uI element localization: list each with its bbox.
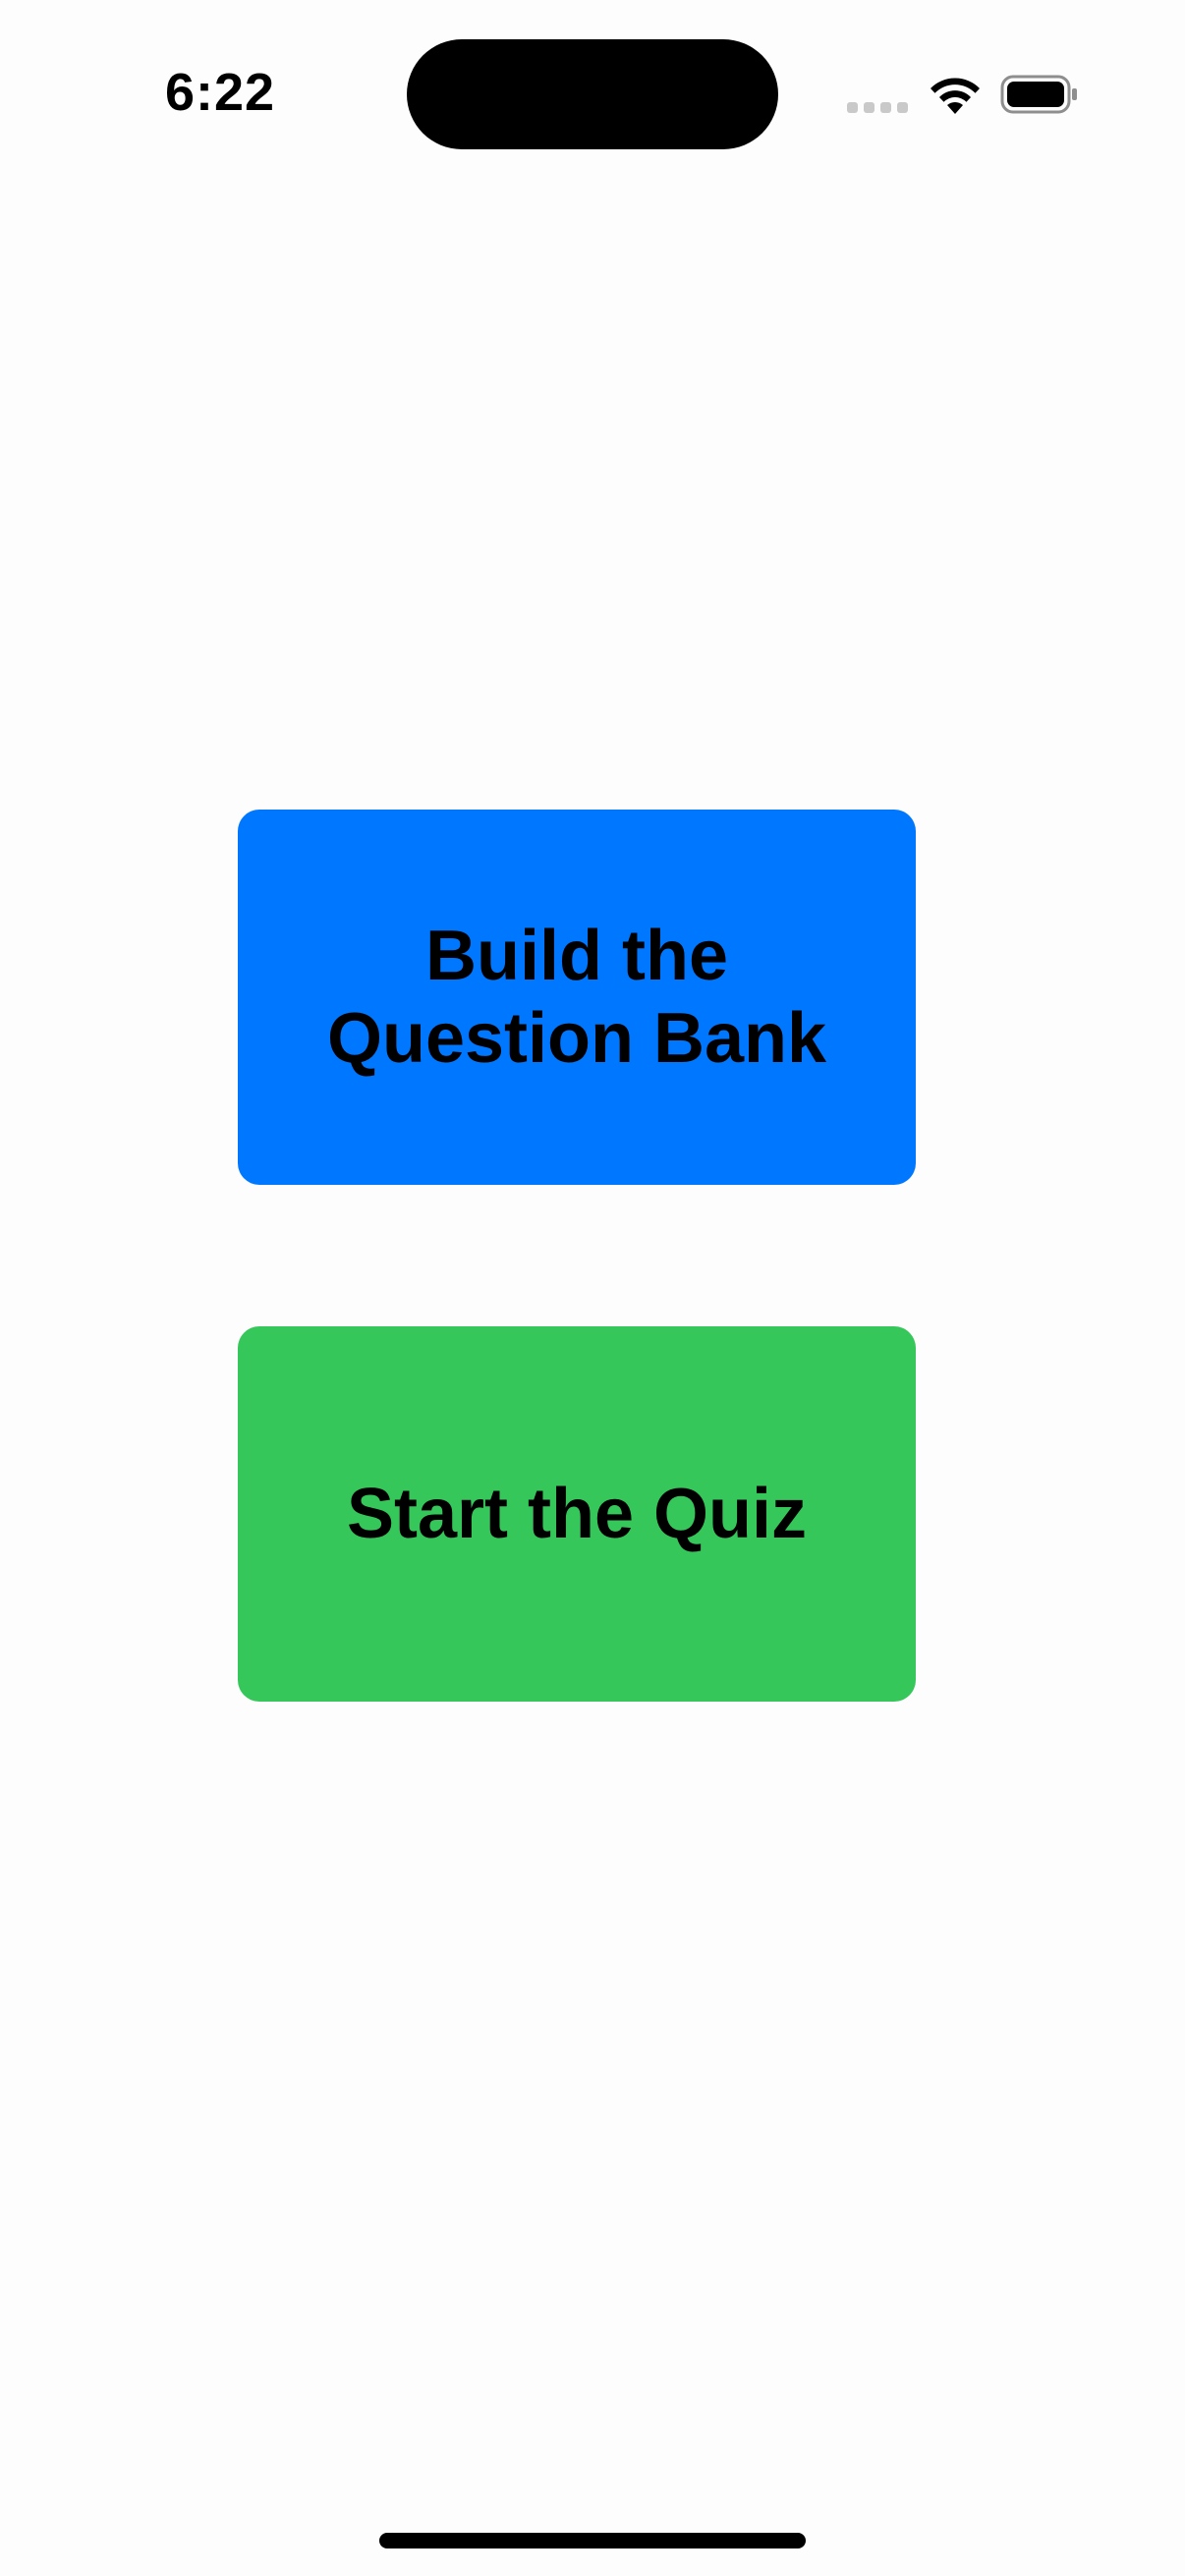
build-question-bank-button[interactable]: Build the Question Bank (238, 810, 916, 1185)
wifi-icon (931, 78, 980, 114)
status-time: 6:22 (165, 63, 276, 122)
build-question-bank-label: Build the Question Bank (326, 917, 827, 1078)
start-quiz-label: Start the Quiz (346, 1475, 808, 1553)
home-indicator[interactable] (379, 2533, 806, 2548)
start-quiz-button[interactable]: Start the Quiz (238, 1326, 916, 1702)
dynamic-island (407, 39, 778, 149)
cellular-signal-icon (847, 102, 908, 116)
battery-icon (1000, 75, 1077, 114)
